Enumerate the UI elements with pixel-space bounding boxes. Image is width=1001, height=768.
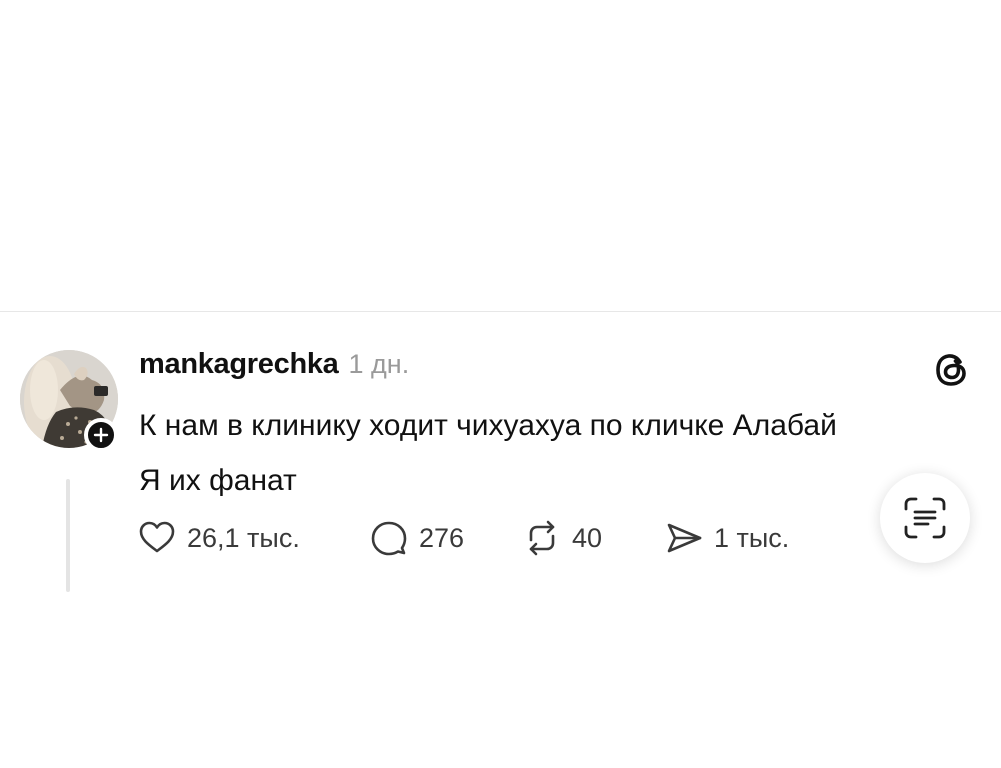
like-button[interactable]: 26,1 тыс. <box>137 518 369 558</box>
post-time: 1 дн. <box>348 349 410 379</box>
avatar-container <box>20 350 120 452</box>
comment-count: 276 <box>419 522 465 553</box>
comment-button[interactable]: 276 <box>369 518 522 558</box>
repost-button[interactable]: 40 <box>522 518 664 558</box>
repost-icon <box>529 520 555 556</box>
follow-button[interactable] <box>84 418 118 452</box>
like-count: 26,1 тыс. <box>187 522 300 553</box>
threads-logo-icon[interactable] <box>930 348 974 392</box>
repost-count: 40 <box>572 522 603 553</box>
post-text-line-1: К нам в клинику ходит чихуахуа по кличке… <box>139 409 837 442</box>
comment-bubble-icon <box>371 521 407 556</box>
share-count: 1 тыс. <box>714 522 790 553</box>
text-scan-icon <box>904 497 946 539</box>
post-header: mankagrechka 1 дн. <box>139 348 409 384</box>
heart-icon <box>139 521 175 553</box>
page: mankagrechka 1 дн. К нам в клинику ходит… <box>0 0 1001 768</box>
share-button[interactable]: 1 тыс. <box>664 518 814 558</box>
thread-post: mankagrechka 1 дн. К нам в клинику ходит… <box>0 311 1001 596</box>
thread-line <box>66 479 70 592</box>
post-text: К нам в клинику ходит чихуахуа по кличке… <box>139 398 979 508</box>
post-text-line-2: Я их фанат <box>139 464 297 497</box>
text-scan-button[interactable] <box>880 473 970 563</box>
username[interactable]: mankagrechka <box>139 348 339 381</box>
plus-icon <box>93 427 109 443</box>
send-icon <box>667 523 702 553</box>
action-bar: 26,1 тыс. 276 40 1 тыс. <box>137 516 814 560</box>
